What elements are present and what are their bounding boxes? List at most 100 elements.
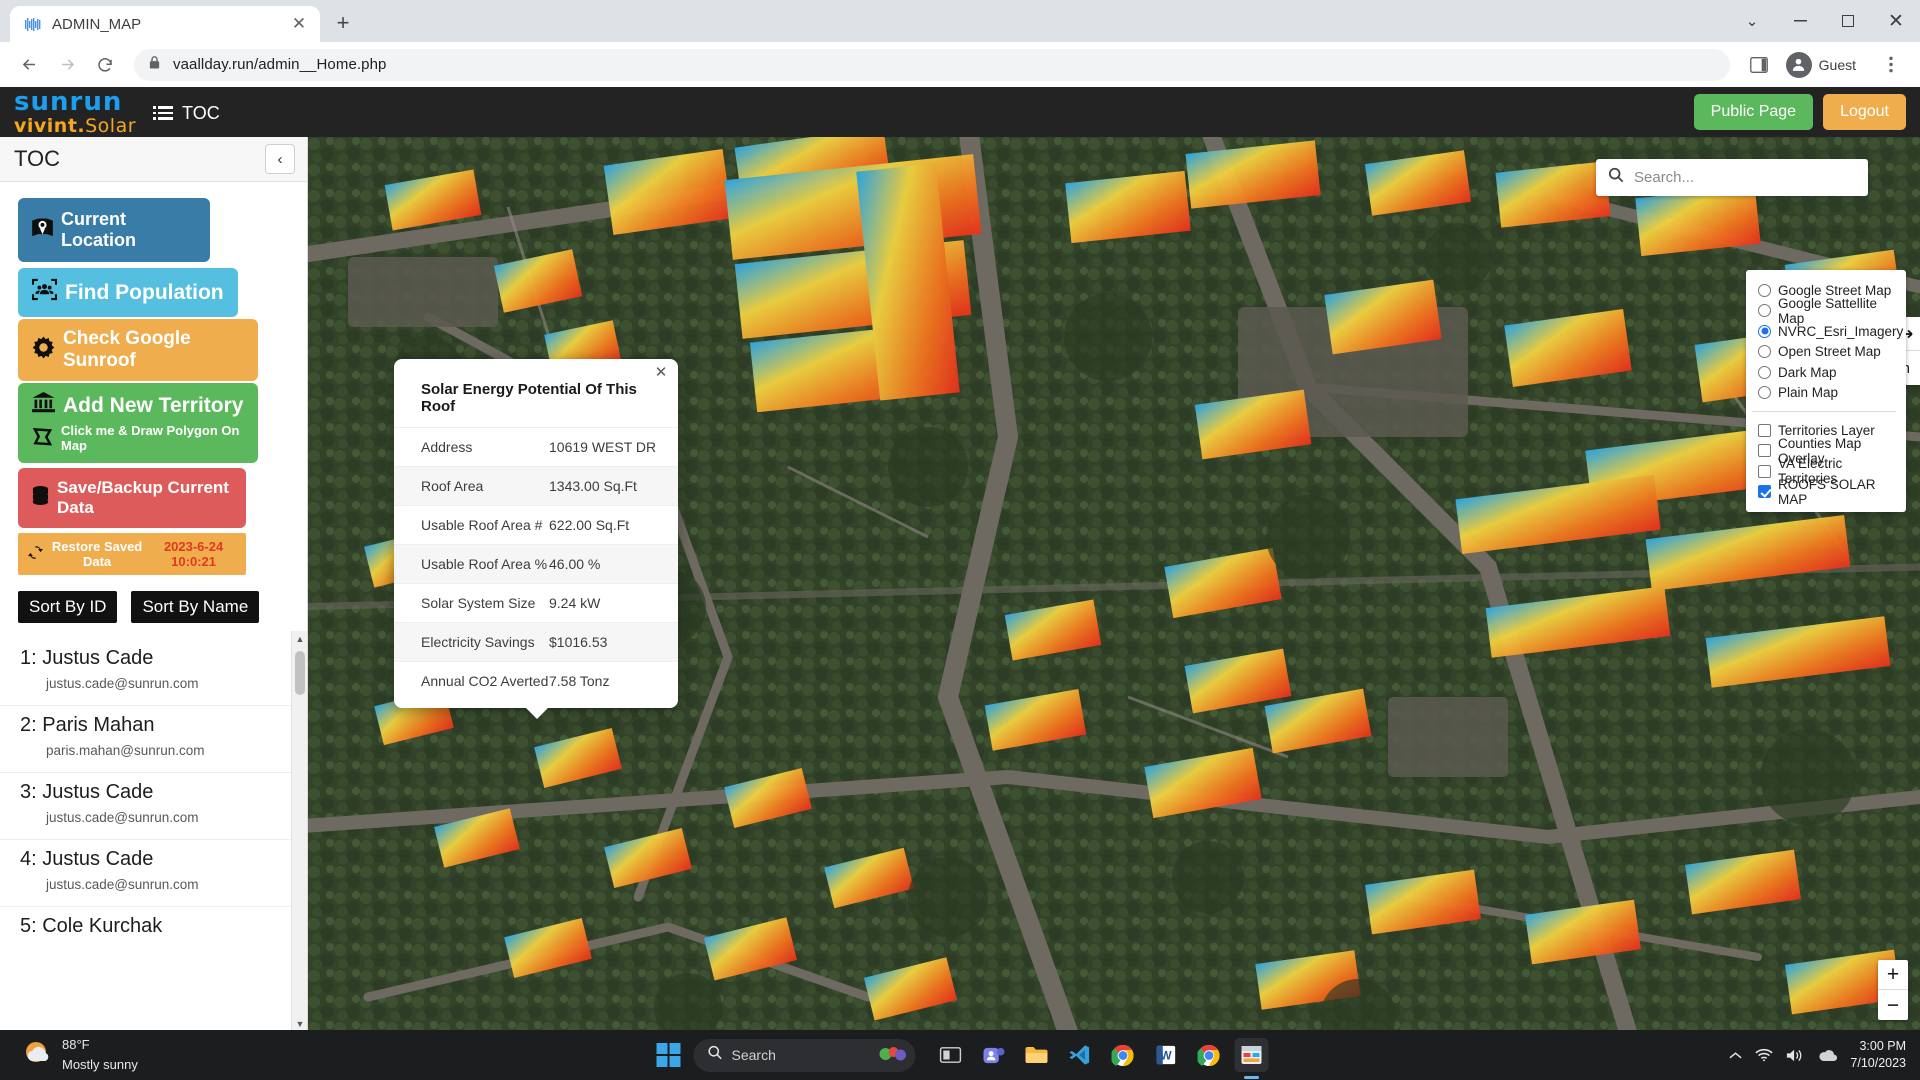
list-item[interactable]: 1: Justus Cade justus.cade@sunrun.com: [0, 639, 307, 706]
sidebar-header: TOC ‹: [0, 137, 307, 182]
radio-icon[interactable]: [1758, 304, 1771, 318]
sort-by-id-button[interactable]: Sort By ID: [18, 591, 118, 623]
lock-icon: [148, 55, 161, 75]
row-value: 622.00 Sq.Ft: [549, 517, 630, 533]
maximize-window-button[interactable]: [1824, 0, 1872, 42]
vscode-icon[interactable]: [1063, 1038, 1097, 1072]
reload-icon[interactable]: [88, 48, 122, 82]
logout-button[interactable]: Logout: [1823, 94, 1906, 130]
overlay-roofs-solar-map[interactable]: ROOFS SOLAR MAP: [1758, 477, 1896, 507]
find-population-label: Find Population: [65, 280, 224, 304]
wifi-icon[interactable]: [1755, 1048, 1774, 1062]
public-page-button[interactable]: Public Page: [1693, 94, 1814, 130]
brand-logo: sunrun vivint.Solar: [14, 89, 136, 136]
onedrive-icon[interactable]: [1817, 1049, 1838, 1062]
list-item[interactable]: 3: Justus Cade justus.cade@sunrun.com: [0, 773, 307, 840]
sort-by-name-button[interactable]: Sort By Name: [131, 591, 260, 623]
base-layer-nvrc-esri-imagery[interactable]: NVRC_Esri_Imagery: [1758, 321, 1903, 342]
chrome-window-icon[interactable]: [1192, 1038, 1226, 1072]
current-location-label: Current Location: [61, 209, 136, 250]
taskbar-search-box[interactable]: Search: [693, 1038, 916, 1072]
weather-widget[interactable]: 88°F Mostly sunny: [22, 1035, 138, 1075]
show-hidden-icons-icon[interactable]: [1729, 1051, 1742, 1060]
list-item[interactable]: 4: Justus Cade justus.cade@sunrun.com: [0, 840, 307, 907]
checkbox-icon-checked[interactable]: [1758, 485, 1771, 499]
taskbar-center-cluster: Search W: [652, 1038, 1269, 1072]
radio-icon-selected[interactable]: [1758, 324, 1771, 338]
scroll-up-arrow-icon[interactable]: ▲: [292, 631, 307, 647]
plus-icon[interactable]: +: [326, 6, 360, 40]
header-toc-toggle[interactable]: TOC: [153, 103, 220, 124]
checkbox-icon[interactable]: [1758, 464, 1771, 478]
file-explorer-icon[interactable]: [1020, 1038, 1054, 1072]
find-population-button[interactable]: Find Population: [18, 268, 238, 317]
zoom-in-button[interactable]: +: [1878, 960, 1908, 990]
checkbox-icon[interactable]: [1758, 444, 1771, 458]
task-view-icon[interactable]: [934, 1038, 968, 1072]
radio-icon[interactable]: [1758, 365, 1771, 379]
add-new-territory-button[interactable]: Add New Territory Click me & Draw Polygo…: [18, 383, 258, 463]
forward-arrow-icon[interactable]: [50, 48, 84, 82]
map-area[interactable]: km Google Street Map Google Sattellite M…: [308, 137, 1920, 1032]
taskbar-clock[interactable]: 3:00 PM 7/10/2023: [1850, 1038, 1906, 1072]
map-zoom-control[interactable]: + −: [1878, 960, 1908, 1020]
layer-control-panel[interactable]: Google Street Map Google Sattellite Map …: [1746, 270, 1906, 512]
profile-label: Guest: [1818, 56, 1856, 73]
base-layer-google-sattellite-map[interactable]: Google Sattellite Map: [1758, 296, 1896, 326]
table-row: Roof Area 1343.00 Sq.Ft: [394, 466, 678, 505]
back-arrow-icon[interactable]: [12, 48, 46, 82]
base-layer-plain-map[interactable]: Plain Map: [1758, 383, 1896, 404]
word-icon[interactable]: W: [1149, 1038, 1183, 1072]
close-icon[interactable]: ✕: [652, 363, 670, 381]
restore-saved-data-button[interactable]: Restore Saved Data 2023-6-24 10:0:21: [18, 533, 246, 575]
brand-sunrun: sunrun: [14, 86, 123, 117]
check-google-sunroof-button[interactable]: Check Google Sunroof: [18, 319, 258, 381]
sun-gear-icon: [32, 335, 55, 365]
minimize-to-tray-chevron[interactable]: ⌄: [1728, 0, 1776, 42]
base-layer-open-street-map[interactable]: Open Street Map: [1758, 342, 1896, 363]
volume-icon[interactable]: [1786, 1048, 1804, 1063]
brand-vivint: vivint.Solar: [14, 114, 137, 137]
toolbar-right-cluster: Guest: [1742, 48, 1908, 82]
weather-temperature: 88°F: [62, 1037, 90, 1052]
browser-chrome: ADMIN_MAP ✕ + ⌄ ✕ vaallday.run/admin__Ho…: [0, 0, 1920, 87]
address-bar[interactable]: vaallday.run/admin__Home.php: [134, 48, 1730, 81]
checkbox-icon[interactable]: [1758, 423, 1771, 437]
admin-map-window-icon[interactable]: [1234, 1038, 1269, 1072]
search-highlights-icon[interactable]: [878, 1043, 908, 1068]
split-screen-icon[interactable]: [1742, 48, 1776, 82]
close-window-button[interactable]: ✕: [1872, 0, 1920, 42]
teams-icon[interactable]: [977, 1038, 1011, 1072]
minimize-window-button[interactable]: [1776, 0, 1824, 42]
row-key: Usable Roof Area %: [421, 556, 548, 572]
radio-icon[interactable]: [1758, 386, 1771, 400]
restore-saved-data-label: Restore Saved Data: [51, 539, 143, 569]
kebab-menu-icon[interactable]: [1874, 48, 1908, 82]
radio-icon[interactable]: [1758, 283, 1771, 297]
current-location-button[interactable]: Current Location: [18, 198, 210, 262]
map-search-box[interactable]: [1596, 159, 1868, 196]
windows-start-icon[interactable]: [652, 1038, 686, 1072]
person-email: justus.cade@sunrun.com: [46, 877, 199, 892]
save-backup-label: Save/Backup Current Data: [57, 478, 229, 517]
chevron-left-icon[interactable]: ‹: [265, 144, 295, 174]
person-avatar-icon: [1785, 51, 1812, 78]
radio-icon[interactable]: [1758, 345, 1771, 359]
base-layer-dark-map[interactable]: Dark Map: [1758, 362, 1896, 383]
sidebar-scrollbar[interactable]: ▲ ▼: [291, 631, 307, 1032]
list-item[interactable]: 5: Cole Kurchak: [0, 907, 307, 958]
row-value: 9.24 kW: [549, 595, 601, 611]
list-item[interactable]: 2: Paris Mahan paris.mahan@sunrun.com: [0, 706, 307, 773]
save-backup-button[interactable]: Save/Backup Current Data: [18, 468, 246, 528]
table-row: Electricity Savings $1016.53: [394, 622, 678, 661]
close-icon[interactable]: ✕: [288, 13, 310, 35]
chrome-icon[interactable]: [1106, 1038, 1140, 1072]
sidebar-actions: Current Location Find Population Check G…: [0, 182, 307, 575]
taskbar-search-placeholder: Search: [731, 1047, 776, 1063]
search-input[interactable]: [1634, 169, 1856, 186]
add-territory-sublabel: Click me & Draw Polygon On Map: [61, 423, 240, 453]
zoom-out-button[interactable]: −: [1878, 990, 1908, 1020]
browser-tab[interactable]: ADMIN_MAP ✕: [10, 6, 320, 42]
profile-chip[interactable]: Guest: [1782, 49, 1868, 81]
scrollbar-thumb[interactable]: [295, 651, 305, 695]
